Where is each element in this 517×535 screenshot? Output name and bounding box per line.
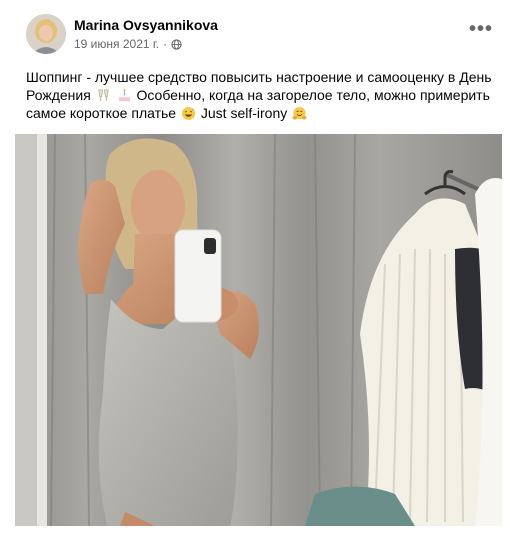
post-photo[interactable] (15, 134, 502, 526)
meta-separator: · (163, 37, 168, 51)
hugging-face-emoji (292, 106, 307, 120)
globe-icon[interactable] (171, 38, 182, 50)
author-name[interactable]: Marina Ovsyannikova (74, 17, 218, 33)
post-header: Marina Ovsyannikova 19 июня 2021 г. · ••… (26, 14, 499, 56)
fitting-room-selfie-image (15, 134, 502, 526)
more-options-icon[interactable]: ••• (463, 19, 499, 46)
grinning-sweat-emoji (181, 106, 196, 121)
post-text-part3: Just self-irony (200, 105, 288, 121)
avatar-image (26, 14, 66, 54)
author-avatar[interactable] (26, 14, 66, 54)
clinking-glasses-emoji (98, 89, 109, 102)
post-text: Шоппинг - лучшее средство повысить настр… (26, 68, 504, 122)
facebook-post: Marina Ovsyannikova 19 июня 2021 г. · ••… (0, 0, 517, 535)
post-date[interactable]: 19 июня 2021 г. (74, 37, 159, 51)
birthday-cake-emoji (118, 88, 130, 102)
post-meta: 19 июня 2021 г. · (74, 37, 182, 51)
